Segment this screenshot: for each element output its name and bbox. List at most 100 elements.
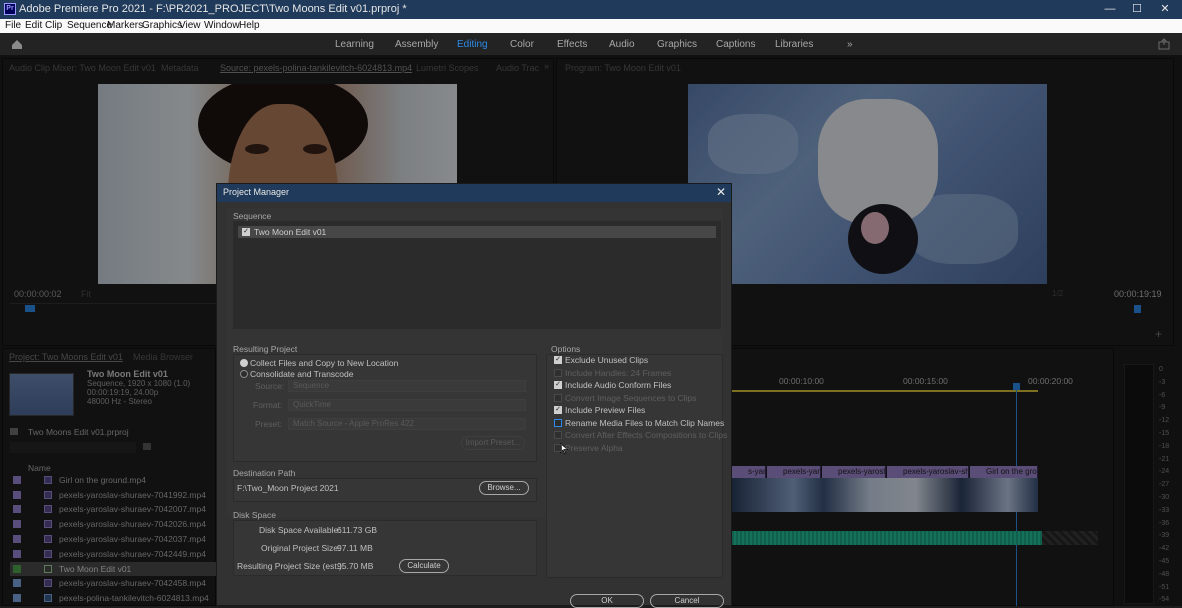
sequence-checkbox[interactable]: ✓ <box>242 228 250 236</box>
option-checkbox[interactable]: ✓ <box>554 356 562 364</box>
tab-audio-track[interactable]: Audio Trac <box>496 63 539 73</box>
tab-audio-clip-mixer[interactable]: Audio Clip Mixer: Two Moon Edit v01 <box>9 63 156 73</box>
meter-tick-label: -9 <box>1159 404 1166 412</box>
program-panel-title[interactable]: Program: Two Moon Edit v01 <box>565 63 681 73</box>
menu-help[interactable]: Help <box>239 20 260 31</box>
option-label: Preserve Alpha <box>565 442 623 453</box>
video-clip-icon <box>44 550 52 558</box>
label-color-swatch <box>13 505 21 513</box>
project-item[interactable]: pexels-yaroslav-shuraev-7042458.mp4 <box>10 576 216 590</box>
tab-project[interactable]: Project: Two Moons Edit v01 <box>9 352 123 362</box>
project-file-name: Two Moons Edit v01.prproj <box>28 427 129 437</box>
preset-label: Preset: <box>255 419 282 429</box>
source-select[interactable]: Sequence <box>288 380 526 392</box>
source-playhead[interactable] <box>25 305 35 312</box>
new-bin-icon[interactable] <box>143 443 151 450</box>
program-playhead[interactable] <box>1134 305 1141 313</box>
preset-select[interactable]: Match Source - Apple ProRes 422 <box>288 418 526 430</box>
option-checkbox[interactable] <box>554 418 562 427</box>
share-icon[interactable] <box>1158 38 1170 50</box>
project-item[interactable]: Girl on the ground.mp4 <box>10 473 216 487</box>
project-item[interactable]: pexels-yaroslav-shuraev-7042037.mp4 <box>10 532 216 546</box>
tab-source[interactable]: Source: pexels-polina-tankilevitch-60248… <box>220 63 412 73</box>
tab-editing[interactable]: Editing <box>457 39 488 50</box>
meter-tick-label: -30 <box>1159 494 1170 501</box>
menu-graphics[interactable]: Graphics <box>142 20 182 31</box>
calculate-button[interactable]: Calculate <box>399 559 449 573</box>
sequence-icon <box>44 565 52 573</box>
tab-metadata[interactable]: Metadata <box>161 63 199 73</box>
dialog-close-button[interactable]: ✕ <box>716 185 726 199</box>
minimize-button[interactable]: — <box>1103 2 1117 16</box>
tab-libraries[interactable]: Libraries <box>775 39 813 50</box>
option-checkbox[interactable] <box>554 368 562 377</box>
project-search-input[interactable] <box>10 442 136 453</box>
maximize-button[interactable]: ☐ <box>1130 2 1144 16</box>
source-fit-select[interactable]: Fit <box>81 289 91 299</box>
sequence-list-row[interactable]: ✓ Two Moon Edit v01 <box>238 226 716 238</box>
panel-more-button[interactable]: » <box>544 61 549 71</box>
menu-window[interactable]: Window <box>204 20 240 31</box>
tab-assembly[interactable]: Assembly <box>395 39 438 50</box>
menu-edit[interactable]: Edit <box>25 20 42 31</box>
meter-tick-label: -51 <box>1159 583 1170 591</box>
collect-files-label: Collect Files and Copy to New Location <box>250 358 399 368</box>
video-clip-icon <box>44 594 52 602</box>
close-window-button[interactable]: ✕ <box>1158 2 1172 16</box>
timeline-clip-header[interactable]: Girl on the grou <box>970 466 1038 478</box>
option-checkbox[interactable] <box>554 431 562 439</box>
project-item[interactable]: pexels-polina-tankilevitch-6024813.mp4 <box>10 591 216 605</box>
video-track-thumbnails[interactable] <box>732 478 1038 512</box>
meter-tick-label: -45 <box>1159 558 1170 565</box>
project-item[interactable]: pexels-yaroslav-shuraev-7042007.mp4 <box>10 502 216 516</box>
meter-tick-label: -33 <box>1159 506 1170 514</box>
collect-files-radio[interactable] <box>240 359 248 367</box>
tab-media-browser[interactable]: Media Browser <box>133 352 193 362</box>
timeline-clip-header[interactable]: s-yarosla <box>732 466 766 478</box>
option-checkbox[interactable] <box>554 393 562 402</box>
column-header-name[interactable]: Name <box>28 463 51 473</box>
project-item[interactable]: pexels-yaroslav-shuraev-7041992.mp4 <box>10 488 216 502</box>
menu-clip[interactable]: Clip <box>45 20 62 31</box>
tab-learning[interactable]: Learning <box>335 39 374 50</box>
option-checkbox[interactable]: ✓ <box>554 406 562 414</box>
browse-button[interactable]: Browse... <box>479 481 529 495</box>
menu-markers[interactable]: Markers <box>107 20 143 31</box>
tab-effects[interactable]: Effects <box>557 39 587 50</box>
home-icon[interactable] <box>11 39 23 50</box>
tab-captions[interactable]: Captions <box>716 39 755 50</box>
meter-tick-label: -18 <box>1159 442 1170 450</box>
import-preset-button[interactable]: Import Preset... <box>461 436 525 450</box>
work-area-bar[interactable] <box>732 390 1038 392</box>
option-checkbox[interactable] <box>554 443 562 452</box>
menu-file[interactable]: File <box>5 20 21 31</box>
project-item-selected[interactable]: Two Moon Edit v01 <box>10 562 216 576</box>
menu-bar: File Edit Clip Sequence Markers Graphics… <box>0 19 1182 33</box>
timeline-clip-header[interactable]: pexels-yarosl <box>822 466 886 478</box>
menu-sequence[interactable]: Sequence <box>67 20 112 31</box>
workspace-more-button[interactable]: » <box>847 39 853 50</box>
timeline-clip-header[interactable]: pexels-yar <box>767 466 821 478</box>
sequence-info-2: 00:00:19:19, 24.00p <box>87 388 159 397</box>
audio-track-waveform[interactable] <box>732 531 1042 545</box>
consolidate-radio[interactable] <box>240 370 248 378</box>
format-select[interactable]: QuickTime <box>288 399 526 411</box>
timeline-playhead-handle[interactable] <box>1013 383 1020 390</box>
add-button-icon[interactable]: + <box>1155 327 1162 341</box>
options-label: Options <box>551 344 581 354</box>
menu-view[interactable]: View <box>179 20 201 31</box>
consolidate-label: Consolidate and Transcode <box>250 369 354 379</box>
audio-track-empty <box>1042 531 1098 545</box>
option-checkbox[interactable]: ✓ <box>554 381 562 389</box>
tab-lumetri-scopes[interactable]: Lumetri Scopes <box>416 63 479 73</box>
timeline-clip-header[interactable]: pexels-yaroslav-sh <box>887 466 969 478</box>
eye-left <box>245 144 269 154</box>
tab-graphics[interactable]: Graphics <box>657 39 697 50</box>
tab-color[interactable]: Color <box>510 39 534 50</box>
disk-available-label: Disk Space Available: <box>259 525 341 535</box>
program-zoom-select[interactable]: 1/2 <box>1052 289 1063 298</box>
tab-audio[interactable]: Audio <box>609 39 635 50</box>
label-color-swatch <box>13 476 21 484</box>
project-item[interactable]: pexels-yaroslav-shuraev-7042026.mp4 <box>10 517 216 531</box>
project-item[interactable]: pexels-yaroslav-shuraev-7042449.mp4 <box>10 547 216 561</box>
